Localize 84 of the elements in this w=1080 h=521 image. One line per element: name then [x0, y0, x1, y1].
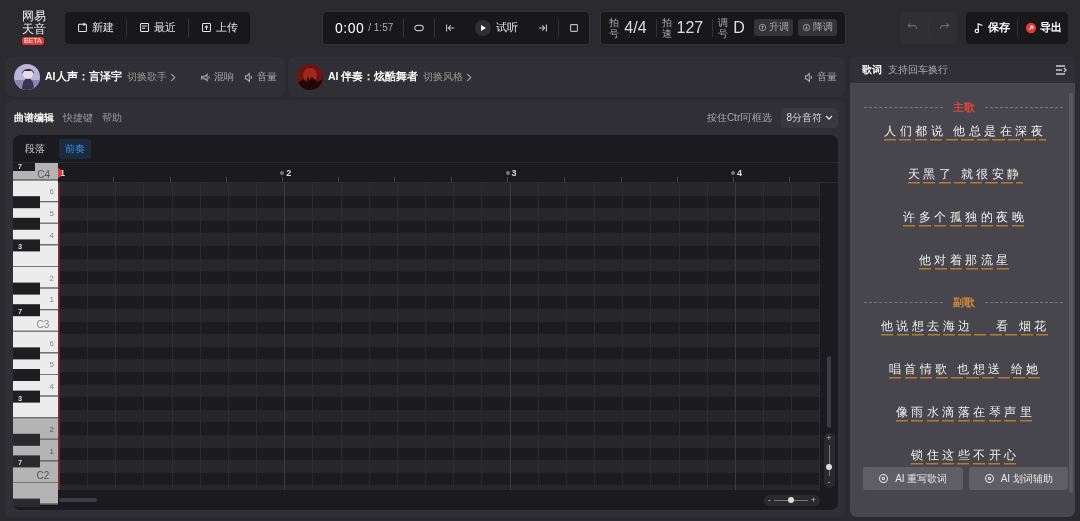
- speaker-icon: [243, 71, 254, 83]
- switch-link[interactable]: 切换歌手: [126, 70, 176, 84]
- info-value: 127: [676, 18, 704, 37]
- info-label: 拍速: [661, 16, 672, 39]
- key-label: 6: [49, 338, 54, 348]
- duration: / 1:57: [367, 22, 395, 33]
- section-tab[interactable]: 前奏: [59, 138, 91, 159]
- key-label: 2: [49, 273, 54, 283]
- key-label: 4: [49, 230, 54, 240]
- target-icon: [983, 473, 995, 484]
- singer-title: AI人声：言泽宇: [45, 70, 122, 84]
- editor-tab[interactable]: 曲谱编辑: [14, 110, 54, 125]
- ai-button[interactable]: AI 划词辅助: [968, 467, 1068, 490]
- upload-icon: [201, 22, 212, 33]
- key-label: 1: [49, 446, 54, 456]
- info-value: D: [733, 18, 745, 37]
- switch-link[interactable]: 切换风格: [423, 70, 473, 84]
- key-label: 4: [49, 381, 54, 391]
- editor-tab[interactable]: 快捷键: [63, 110, 93, 125]
- key-label: C4: [37, 168, 50, 180]
- speaker-icon: [803, 71, 814, 83]
- menu-button[interactable]: [1055, 62, 1067, 78]
- editor-tab[interactable]: 帮助: [102, 110, 122, 125]
- reverb-button[interactable]: 混响: [200, 70, 234, 84]
- ai-button[interactable]: AI 重写歌词: [863, 467, 963, 490]
- key-label: C3: [36, 319, 50, 330]
- play-icon: [479, 23, 488, 32]
- arrow-up-circle-icon: [757, 23, 767, 32]
- chevron-right-icon: [466, 72, 473, 82]
- target-icon: [878, 473, 890, 484]
- panel-title: 歌词: [862, 63, 882, 77]
- new-button[interactable]: 新建: [65, 11, 126, 44]
- redo-icon: [938, 20, 951, 32]
- logo-text: 天音: [22, 23, 46, 36]
- key-label: C2: [36, 470, 50, 482]
- key-label: 5: [49, 209, 54, 218]
- key-down-button[interactable]: 降调: [797, 19, 837, 36]
- music-note-icon: [972, 21, 985, 34]
- undo-icon: [906, 20, 919, 32]
- scrollbar[interactable]: [59, 498, 97, 502]
- document-plus-icon: [77, 22, 88, 33]
- export-icon: [1024, 21, 1037, 34]
- logo-text: 网易: [22, 10, 46, 23]
- current-time: 0:00: [334, 19, 365, 36]
- scrollbar[interactable]: [827, 356, 831, 428]
- chevron-down-icon: [825, 114, 833, 121]
- plus-sign: +: [810, 494, 816, 506]
- info-label: 调号: [718, 16, 729, 39]
- key-label: 5: [49, 360, 54, 370]
- key-label: 6: [49, 187, 54, 197]
- play-button[interactable]: 试听: [465, 19, 529, 36]
- chevron-right-icon: [169, 72, 176, 82]
- plus-sign: +: [826, 434, 832, 443]
- hint-text: 支持回车换行: [888, 63, 948, 77]
- measure-number: 4: [736, 167, 742, 178]
- save-button[interactable]: 保存: [966, 19, 1016, 36]
- measure-number: 3: [511, 167, 517, 178]
- minus-sign: -: [827, 478, 831, 487]
- key-up-button[interactable]: 升调: [753, 19, 793, 36]
- upload-button[interactable]: 上传: [189, 11, 250, 44]
- stop-icon: [568, 21, 581, 34]
- note-length-dropdown[interactable]: 8分音符: [781, 107, 838, 128]
- hint-text: 按住Ctrl可框选: [706, 110, 773, 125]
- document-list-icon: [139, 22, 150, 33]
- measure-number: 2: [286, 167, 292, 178]
- minus-sign: -: [767, 494, 771, 506]
- menu-icon: [1055, 64, 1067, 75]
- info-value: 4/4: [624, 18, 647, 37]
- section-heading: 副歌: [952, 295, 975, 309]
- speaker-waves-icon: [200, 71, 211, 83]
- section-label: 段落: [25, 141, 45, 156]
- info-label: 拍号: [609, 16, 620, 39]
- recent-button[interactable]: 最近: [127, 11, 188, 44]
- key-label: 2: [49, 425, 54, 434]
- horizontal-zoom-slider[interactable]: - +: [763, 494, 820, 506]
- key-label: 1: [49, 295, 54, 305]
- volume-button[interactable]: 音量: [243, 70, 277, 84]
- volume-button[interactable]: 音量: [803, 70, 837, 84]
- singer-title: AI 伴奏：炫酷舞者: [328, 70, 419, 84]
- section-heading: 主歌: [952, 100, 975, 114]
- export-button[interactable]: 导出: [1018, 19, 1068, 36]
- arrow-down-circle-icon: [801, 23, 811, 32]
- measure-number: 1: [60, 167, 65, 178]
- vertical-zoom-slider[interactable]: + -: [823, 433, 835, 488]
